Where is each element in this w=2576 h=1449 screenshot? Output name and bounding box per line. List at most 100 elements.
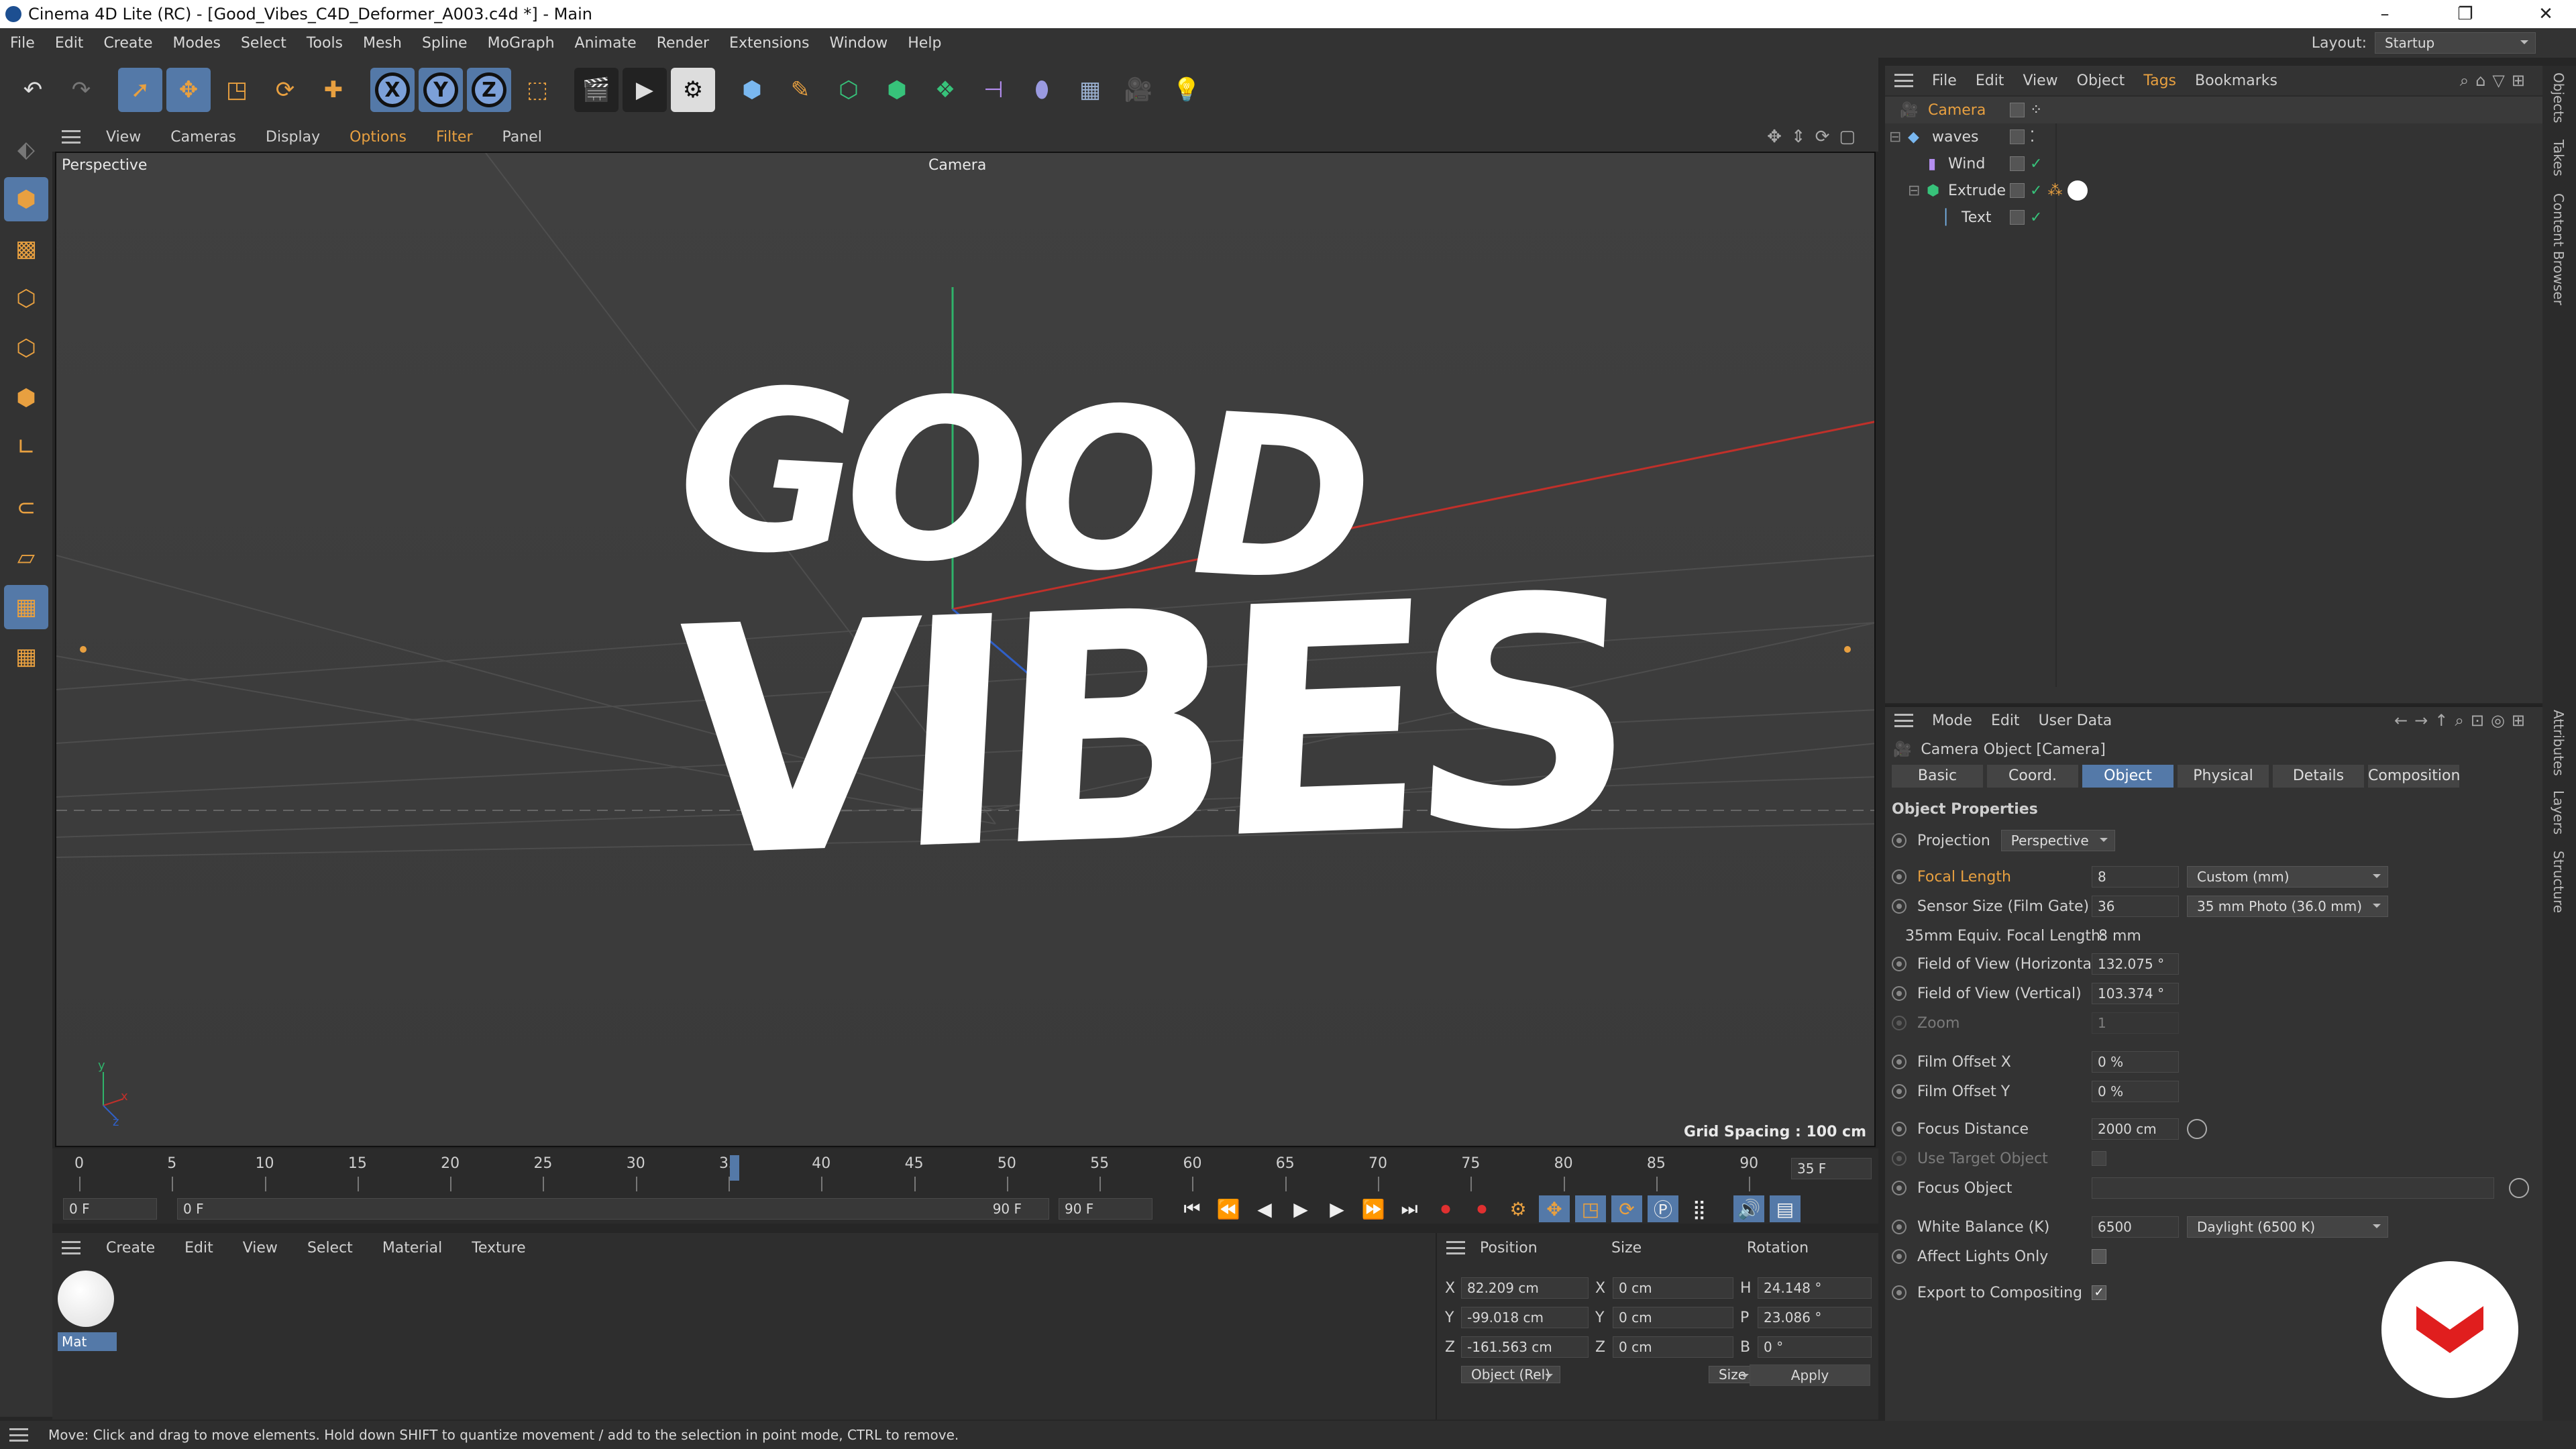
sound-button[interactable]: 🔊 [1733, 1195, 1764, 1222]
scale-tool-button[interactable]: ◳ [215, 68, 259, 112]
x-axis-lock-button[interactable]: X [370, 68, 415, 112]
focal-length-field[interactable]: 8 [2092, 866, 2179, 888]
attribute-menu-user-data[interactable]: User Data [2029, 712, 2122, 729]
menu-select[interactable]: Select [231, 35, 297, 52]
focus-pick-icon[interactable] [2187, 1119, 2207, 1139]
white-balance-field[interactable]: 6500 [2092, 1216, 2179, 1238]
focal-length-anim-icon[interactable] [1892, 869, 1907, 884]
sensor-size-field[interactable]: 36 [2092, 896, 2179, 917]
next-frame-button[interactable]: ▶ [1322, 1195, 1352, 1222]
frame-range-slider[interactable]: 0 F 90 F [177, 1198, 1049, 1220]
polygon-mode-button[interactable]: ⬢ [4, 376, 48, 420]
material-menu-material[interactable]: Material [369, 1240, 455, 1256]
next-key-button[interactable]: ⏩ [1358, 1195, 1389, 1222]
side-tab-content-browser[interactable]: Content Browser [2551, 193, 2567, 305]
affect-lights-checkbox[interactable] [2092, 1249, 2106, 1264]
3d-viewport[interactable]: Perspective Camera GOOD VIBES x y z Grid… [55, 152, 1876, 1147]
export-compositing-checkbox[interactable]: ✓ [2092, 1285, 2106, 1300]
go-to-end-button[interactable]: ⏭ [1394, 1195, 1425, 1222]
attribute-nav-icons[interactable]: ←→↑⌕⊡◎⊞ [2394, 711, 2532, 730]
fov-horizontal-anim-icon[interactable] [1892, 957, 1907, 971]
previous-frame-button[interactable]: ◀ [1249, 1195, 1280, 1222]
viewport-menu-display[interactable]: Display [252, 129, 333, 146]
camera-button[interactable]: 🎥 [1116, 68, 1161, 112]
object-menu-object[interactable]: Object [2068, 72, 2135, 89]
film-offset-y-anim-icon[interactable] [1892, 1084, 1907, 1099]
viewport-menu-icon[interactable] [62, 130, 80, 144]
planar-workplane-button[interactable]: ▦ [4, 635, 48, 679]
render-view-button[interactable]: 🎬 [574, 68, 619, 112]
text-visibility-toggle[interactable] [2010, 210, 2025, 225]
pos-z-field[interactable]: -161.563 cm [1461, 1336, 1589, 1358]
size-y-field[interactable]: 0 cm [1613, 1307, 1733, 1328]
attribute-menu-icon[interactable] [1894, 714, 1913, 727]
object-menu-file[interactable]: File [1923, 72, 1966, 89]
workplane-button[interactable]: ▱ [4, 535, 48, 580]
extrude-tag-icon[interactable]: ⁂ [2047, 182, 2062, 199]
menu-mesh[interactable]: Mesh [353, 35, 412, 52]
menu-extensions[interactable]: Extensions [719, 35, 819, 52]
minimize-button[interactable]: – [2355, 0, 2415, 28]
y-axis-lock-button[interactable]: Y [419, 68, 463, 112]
deformer-button[interactable]: ⊣ [971, 68, 1016, 112]
extrude-enabled-check-icon[interactable]: ✓ [2030, 182, 2042, 199]
material-menu-select[interactable]: Select [294, 1240, 366, 1256]
menu-help[interactable]: Help [898, 35, 951, 52]
live-selection-button[interactable]: ➚ [118, 68, 162, 112]
snap-button[interactable]: ⊂ [4, 486, 48, 530]
viewport-menu-filter[interactable]: Filter [423, 129, 486, 146]
redo-button[interactable]: ↷ [59, 68, 103, 112]
point-mode-button[interactable]: ⬡ [4, 276, 48, 321]
sensor-size-anim-icon[interactable] [1892, 899, 1907, 914]
viewport-menu-view[interactable]: View [93, 129, 154, 146]
menu-create[interactable]: Create [93, 35, 162, 52]
menu-spline[interactable]: Spline [412, 35, 478, 52]
object-menu-view[interactable]: View [2013, 72, 2067, 89]
tab-object[interactable]: Object [2082, 765, 2174, 788]
model-mode-button[interactable]: ⬢ [4, 177, 48, 221]
object-menu-tags[interactable]: Tags [2134, 72, 2186, 89]
maximize-button[interactable]: ❐ [2435, 0, 2496, 28]
menu-modes[interactable]: Modes [163, 35, 231, 52]
white-balance-anim-icon[interactable] [1892, 1220, 1907, 1234]
size-x-field[interactable]: 0 cm [1613, 1277, 1733, 1299]
record-button[interactable]: ⏺ [1430, 1195, 1461, 1222]
rot-h-field[interactable]: 24.148 ° [1758, 1277, 1872, 1299]
light-button[interactable]: 💡 [1165, 68, 1209, 112]
previous-key-button[interactable]: ⏪ [1213, 1195, 1244, 1222]
object-menu-bookmarks[interactable]: Bookmarks [2186, 72, 2287, 89]
tab-composition[interactable]: Composition [2368, 765, 2460, 788]
projection-select[interactable]: Perspective [2000, 830, 2115, 851]
object-row-waves[interactable]: ⊟ ◆ waves ⁚ [1885, 123, 2542, 150]
go-to-start-button[interactable]: ⏮ [1177, 1195, 1208, 1222]
side-tab-layers[interactable]: Layers [2551, 790, 2567, 835]
side-tab-objects[interactable]: Objects [2551, 72, 2567, 123]
viewport-nav-icons[interactable]: ✥⇕⟳▢ [1767, 127, 1865, 147]
attribute-menu-edit[interactable]: Edit [1982, 712, 2029, 729]
export-compositing-anim-icon[interactable] [1892, 1285, 1907, 1300]
film-offset-x-field[interactable]: 0 % [2092, 1051, 2179, 1073]
film-offset-x-anim-icon[interactable] [1892, 1055, 1907, 1069]
object-menu-icon[interactable] [1894, 74, 1913, 87]
viewport-menu-cameras[interactable]: Cameras [157, 129, 250, 146]
rot-b-field[interactable]: 0 ° [1758, 1336, 1872, 1358]
timeline-film-button[interactable]: ▤ [1770, 1195, 1801, 1222]
tab-details[interactable]: Details [2273, 765, 2364, 788]
move-tool-button[interactable]: ✥ [166, 68, 211, 112]
edge-mode-button[interactable]: ⬡ [4, 326, 48, 370]
wind-enabled-check-icon[interactable]: ✓ [2030, 156, 2042, 172]
focus-object-link-field[interactable] [2092, 1177, 2494, 1199]
close-button[interactable]: ✕ [2516, 0, 2576, 28]
side-tab-structure[interactable]: Structure [2551, 851, 2567, 913]
key-parameter-button[interactable]: Ⓟ [1648, 1195, 1678, 1222]
coordinate-system-button[interactable]: ⬚ [515, 68, 559, 112]
camera-visibility-toggle[interactable] [2010, 103, 2025, 117]
playhead[interactable] [730, 1155, 739, 1181]
sensor-preset-select[interactable]: 35 mm Photo (36.0 mm) [2187, 896, 2388, 917]
collapse-icon[interactable]: ⊟ [1889, 129, 1901, 146]
key-position-button[interactable]: ✥ [1539, 1195, 1570, 1222]
fov-vertical-anim-icon[interactable] [1892, 986, 1907, 1001]
fov-horizontal-field[interactable]: 132.075 ° [2092, 953, 2179, 975]
field-button[interactable]: ⬮ [1020, 68, 1064, 112]
rot-p-field[interactable]: 23.086 ° [1758, 1307, 1872, 1328]
